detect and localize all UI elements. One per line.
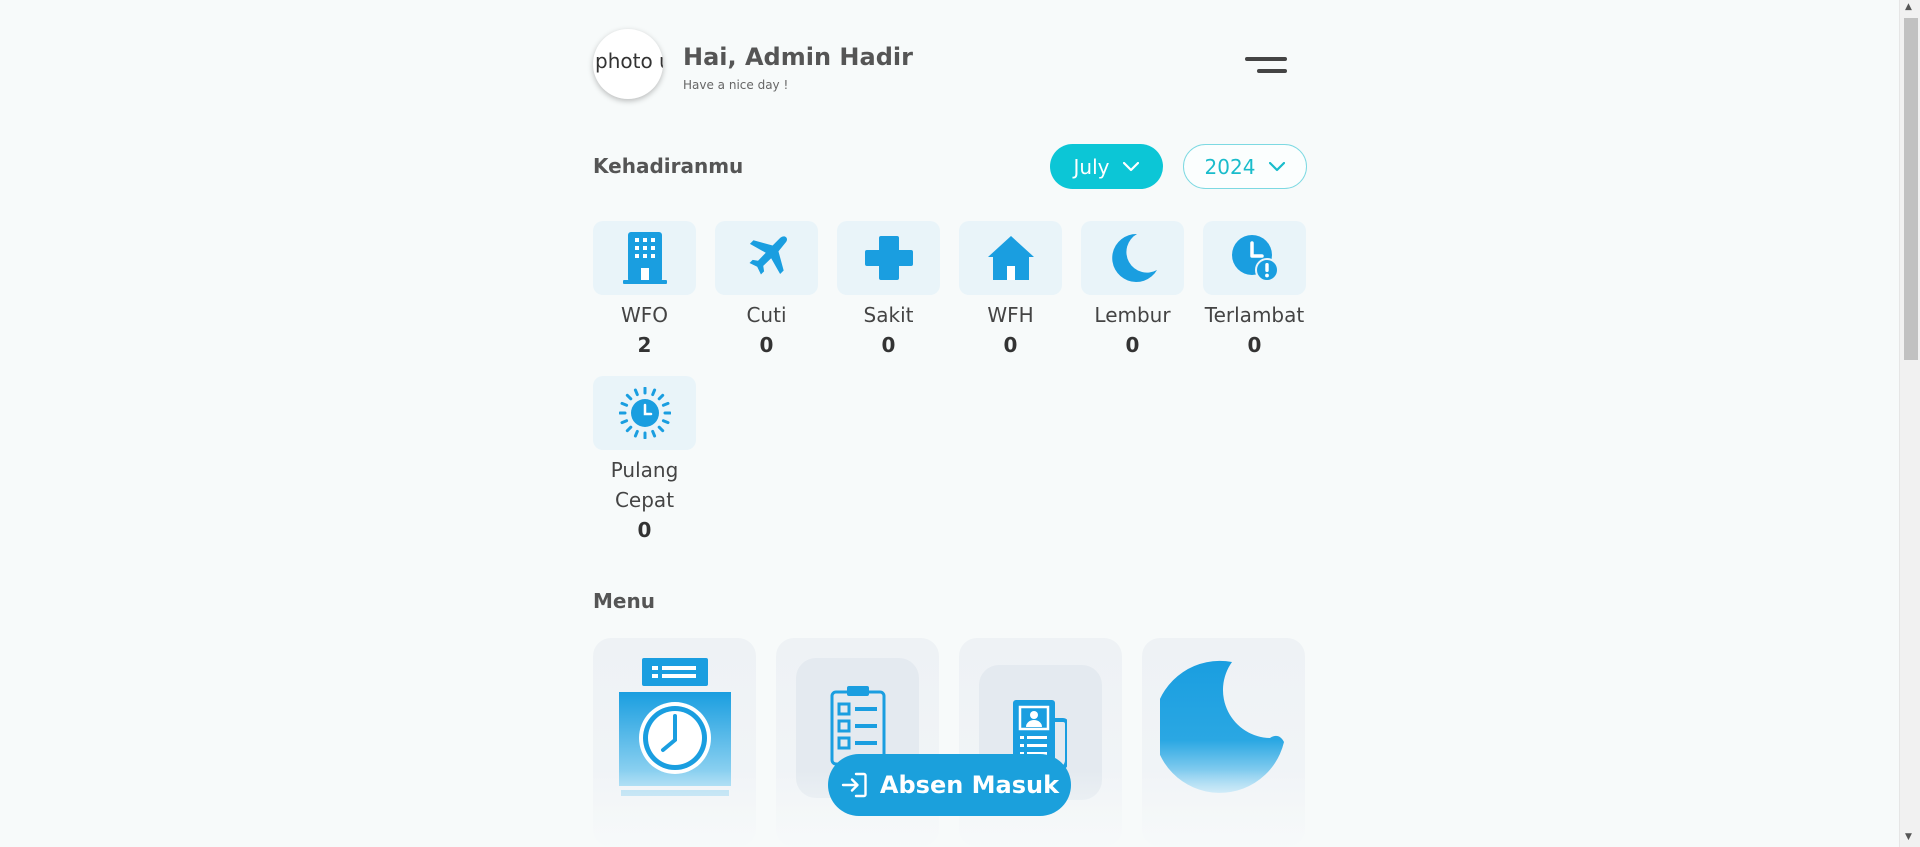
chevron-down-icon: [1123, 161, 1140, 171]
sun-clock-icon: [618, 387, 671, 439]
moon-icon: [1160, 660, 1284, 793]
page-container: photo user Hai, Admin Hadir Have a nice …: [593, 0, 1307, 847]
home-icon: [987, 236, 1034, 280]
month-value: July: [1073, 154, 1110, 179]
stat-label: Terlambat: [1204, 303, 1305, 327]
hamburger-menu-icon[interactable]: [1243, 55, 1287, 77]
moon-icon: [1111, 233, 1157, 282]
clock-alert-icon: [1231, 235, 1279, 282]
stat-value: 0: [637, 518, 652, 542]
stat-label: Pulang Cepat: [610, 458, 679, 512]
stat-wfh[interactable]: WFH 0: [959, 221, 1062, 360]
avatar[interactable]: photo user: [593, 29, 663, 99]
menu-card-overtime[interactable]: [1142, 638, 1305, 847]
stat-label: Sakit: [863, 303, 914, 327]
menu-title: Menu: [593, 589, 655, 613]
stat-value: 0: [1003, 333, 1018, 357]
absen-masuk-button[interactable]: Absen Masuk: [828, 754, 1071, 816]
stat-value: 0: [881, 333, 896, 357]
scroll-up-arrow-icon[interactable]: ▲: [1905, 2, 1912, 12]
stat-value: 0: [1125, 333, 1140, 357]
stat-label: Cuti: [746, 303, 787, 327]
menu-card-attendance-clock[interactable]: [593, 638, 756, 847]
scroll-down-arrow-icon[interactable]: ▼: [1905, 832, 1912, 842]
office-building-icon: [622, 232, 667, 284]
year-value: 2024: [1204, 154, 1256, 179]
chevron-down-icon: [1269, 161, 1286, 171]
absen-masuk-label: Absen Masuk: [879, 771, 1060, 799]
stat-pulang-cepat[interactable]: Pulang Cepat 0: [593, 376, 696, 545]
year-select[interactable]: 2024: [1183, 144, 1307, 189]
attendance-title: Kehadiranmu: [593, 154, 744, 178]
sign-in-icon: [841, 772, 867, 798]
time-clock-machine-icon: [619, 658, 731, 796]
month-select[interactable]: July: [1050, 144, 1163, 189]
scrollbar-thumb[interactable]: [1904, 18, 1918, 360]
greeting-subtitle: Have a nice day !: [683, 78, 789, 92]
stat-lembur[interactable]: Lembur 0: [1081, 221, 1184, 360]
stat-label: Lembur: [1094, 303, 1171, 327]
stat-value: 0: [1247, 333, 1262, 357]
vertical-scrollbar[interactable]: ▲ ▼: [1899, 0, 1920, 847]
stat-sakit[interactable]: Sakit 0: [837, 221, 940, 360]
stat-value: 0: [759, 333, 774, 357]
greeting: Hai, Admin Hadir: [683, 43, 913, 71]
stat-wfo[interactable]: WFO 2: [593, 221, 696, 360]
stat-terlambat[interactable]: Terlambat 0: [1203, 221, 1306, 360]
stat-value: 2: [637, 333, 652, 357]
stat-cuti[interactable]: Cuti 0: [715, 221, 818, 360]
stat-label: WFO: [620, 303, 669, 327]
stat-label: WFH: [987, 303, 1034, 327]
medical-cross-icon: [864, 236, 913, 280]
airplane-icon: [749, 236, 787, 275]
avatar-alt-text: photo user: [595, 49, 663, 73]
